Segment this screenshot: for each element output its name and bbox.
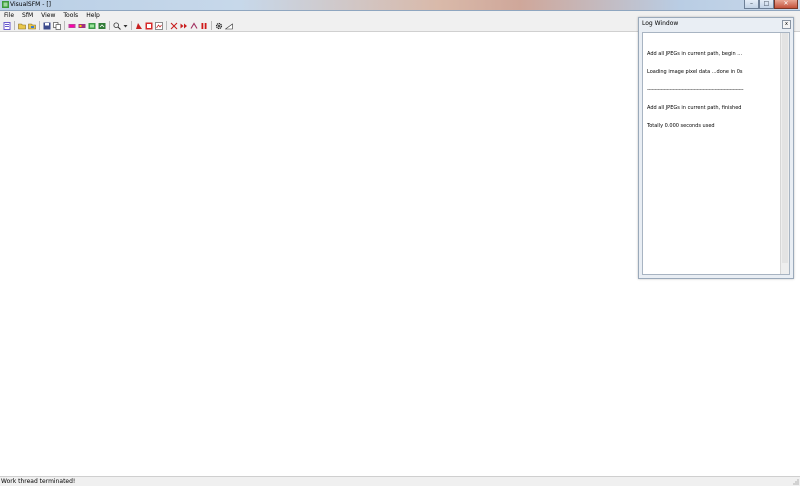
menu-help[interactable]: Help xyxy=(82,11,104,20)
open-multi-icon[interactable] xyxy=(28,22,36,30)
window-title: VisualSFM - [] xyxy=(10,1,52,8)
toolbar-separator xyxy=(39,21,40,30)
toolbar-separator xyxy=(64,21,65,30)
gear-icon[interactable] xyxy=(215,22,223,30)
title-bar: VisualSFM - [] – □ ✕ xyxy=(0,0,800,11)
dropdown-icon[interactable] xyxy=(123,22,128,30)
menu-sfm[interactable]: SfM xyxy=(18,11,37,20)
log-window-title: Log Window xyxy=(642,20,679,27)
log-line: Loading image pixel data ...done in 0s xyxy=(647,69,743,75)
log-text: Add all JPEGs in current path, begin ...… xyxy=(647,39,779,141)
log-window-close-button[interactable]: x xyxy=(782,20,791,29)
toolbar-separator xyxy=(131,21,132,30)
log-window: Log Window x Add all JPEGs in current pa… xyxy=(638,17,794,279)
pmvs-icon[interactable] xyxy=(155,21,163,30)
measure-icon[interactable] xyxy=(225,22,233,30)
log-window-body[interactable]: Add all JPEGs in current path, begin ...… xyxy=(642,32,790,275)
save-icon[interactable] xyxy=(43,22,51,30)
menu-tools[interactable]: Tools xyxy=(59,11,82,20)
maximize-button[interactable]: □ xyxy=(759,0,774,9)
copy-icon[interactable] xyxy=(53,21,61,30)
log-scrollbar-thumb[interactable] xyxy=(782,33,788,263)
minimize-button[interactable]: – xyxy=(744,0,759,9)
open-folder-icon[interactable] xyxy=(18,22,26,30)
reconstruct-icon[interactable] xyxy=(98,22,106,30)
log-scrollbar[interactable] xyxy=(780,33,789,274)
window-controls: – □ ✕ xyxy=(744,0,798,9)
menu-file[interactable]: File xyxy=(0,11,18,20)
merge-icon[interactable] xyxy=(190,21,198,30)
status-text: Work thread terminated! xyxy=(1,478,76,485)
close-button[interactable]: ✕ xyxy=(774,0,798,9)
status-bar: Work thread terminated! xyxy=(0,476,800,486)
forward-icon[interactable] xyxy=(180,22,188,30)
log-line: Add all JPEGs in current path, finished xyxy=(647,105,742,111)
toolbar-separator xyxy=(14,21,15,30)
toolbar-separator xyxy=(109,21,110,30)
toolbar-separator xyxy=(166,21,167,30)
log-line: ----------------------------------------… xyxy=(647,87,744,93)
dense-icon[interactable] xyxy=(145,22,153,30)
sift-icon[interactable] xyxy=(88,22,96,30)
toolbar-separator xyxy=(211,21,212,30)
fit-icon[interactable] xyxy=(170,22,178,30)
camera-icon[interactable] xyxy=(135,22,143,30)
pause-icon[interactable] xyxy=(200,22,208,30)
log-line: Totally 0.000 seconds used xyxy=(647,123,715,129)
log-line: Add all JPEGs in current path, begin ... xyxy=(647,51,743,57)
zoom-icon[interactable] xyxy=(113,22,121,30)
pair-icon[interactable] xyxy=(78,22,86,30)
match-icon[interactable] xyxy=(68,22,76,30)
menu-view[interactable]: View xyxy=(37,11,59,20)
log-icon[interactable] xyxy=(3,21,11,30)
resize-grip-icon[interactable] xyxy=(792,478,799,485)
visualsfm-app-icon xyxy=(2,1,9,8)
